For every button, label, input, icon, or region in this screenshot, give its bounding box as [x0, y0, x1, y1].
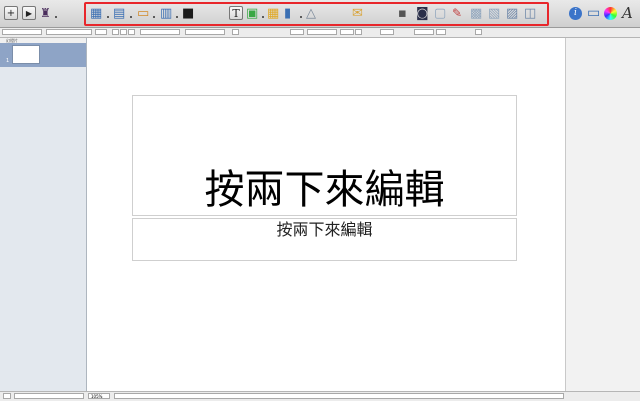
group-button[interactable]: ▢	[434, 5, 446, 21]
media-browser-icon: ▭	[587, 5, 601, 21]
arrange-icon: ▨	[506, 5, 519, 21]
shapes-button[interactable]: ▣	[246, 5, 258, 21]
chart-button[interactable]: ▮	[284, 5, 291, 21]
chart-icon: ▮	[284, 5, 292, 21]
drawing-button[interactable]: △	[306, 5, 316, 21]
font-size-select[interactable]	[95, 29, 107, 35]
spacing-select[interactable]	[185, 29, 225, 35]
view-icon: ▦	[90, 5, 103, 21]
slide-thumbnail[interactable]	[12, 45, 40, 64]
alignment-group[interactable]	[140, 29, 180, 35]
back-icon: ▧	[488, 5, 501, 21]
shapes-icon: ▣	[246, 5, 259, 21]
table-layout-icon: ▥	[160, 5, 173, 21]
view-button[interactable]: ▦	[90, 5, 102, 21]
media-browser-button[interactable]: ▭	[587, 5, 600, 21]
send-back-button[interactable]: ▧	[488, 5, 500, 21]
slide-title[interactable]: 按兩下來編輯	[132, 165, 517, 215]
table-button[interactable]: ▦	[267, 5, 279, 21]
inspector-button[interactable]: i	[569, 5, 582, 21]
fonts-button[interactable]: A	[622, 4, 633, 22]
slide-navigator: 幻燈片	[0, 38, 87, 391]
zoom-select[interactable]: 105%	[88, 393, 110, 399]
navigator-scrollbar[interactable]	[14, 393, 84, 399]
colors-button[interactable]: ●	[604, 5, 617, 21]
alpha-icon: ◙	[416, 5, 429, 21]
plus-icon: +	[4, 6, 18, 20]
bring-front-button[interactable]: ▩	[470, 5, 482, 21]
table-layout-button[interactable]: ▥	[160, 5, 172, 21]
group-icon: ▢	[434, 5, 447, 21]
theme-button[interactable]: ♜	[40, 5, 51, 21]
mask-button[interactable]: ▪	[398, 5, 407, 21]
ungroup-button[interactable]: ◫	[524, 5, 536, 21]
mask-icon: ▪	[398, 5, 407, 21]
masters-icon: ▤	[113, 5, 126, 21]
autofit-checkbox[interactable]	[232, 29, 239, 35]
adjust-button[interactable]: ✎	[452, 5, 462, 21]
format-bar	[0, 28, 640, 38]
media-button[interactable]: ■	[182, 5, 194, 21]
colors-icon: ●	[604, 6, 617, 20]
bold-toggle[interactable]	[112, 29, 119, 35]
text-box-icon: T	[229, 6, 243, 20]
drawing-icon: △	[306, 5, 316, 21]
opacity-stepper[interactable]	[436, 29, 446, 35]
fill-select[interactable]	[290, 29, 304, 35]
shadow-checkbox[interactable]	[380, 29, 394, 35]
comment-icon: ✉	[352, 5, 363, 21]
play-button[interactable]: ▶	[22, 5, 36, 21]
main-toolbar: + ▶ ♜ ▦ ▤ ▭ ▥ ■ T ▣ ▦ ▮ △ ✉ ▪ ◙ ▢ ✎ ▩ ▧ …	[0, 0, 640, 28]
fonts-icon: A	[622, 4, 633, 22]
adjust-icon: ✎	[452, 6, 463, 20]
opacity-field[interactable]	[414, 29, 434, 35]
horizontal-scrollbar[interactable]	[114, 393, 564, 399]
right-pane	[565, 38, 640, 391]
slide-number: 1	[6, 58, 10, 64]
media-icon: ■	[182, 5, 195, 21]
font-family-select[interactable]	[46, 29, 92, 35]
themes-icon: ▭	[137, 5, 150, 21]
stroke-color-well[interactable]	[355, 29, 362, 35]
reflection-checkbox[interactable]	[475, 29, 482, 35]
theme-icon: ♜	[40, 6, 51, 20]
alpha-button[interactable]: ◙	[416, 5, 429, 21]
stroke-select[interactable]	[307, 29, 337, 35]
italic-toggle[interactable]	[120, 29, 127, 35]
text-box-button[interactable]: T	[229, 5, 243, 21]
view-mode-button[interactable]	[3, 393, 11, 399]
inspector-icon: i	[569, 6, 582, 20]
add-slide-button[interactable]: +	[4, 5, 18, 21]
ungroup-icon: ◫	[524, 5, 537, 21]
comment-button[interactable]: ✉	[352, 5, 363, 21]
table-icon: ▦	[267, 5, 280, 21]
play-icon: ▶	[22, 6, 36, 20]
style-select[interactable]	[2, 29, 42, 35]
front-icon: ▩	[470, 5, 483, 21]
masters-button[interactable]: ▤	[113, 5, 125, 21]
stroke-width-select[interactable]	[340, 29, 354, 35]
slide-subtitle[interactable]: 按兩下來編輯	[132, 219, 517, 241]
underline-toggle[interactable]	[128, 29, 135, 35]
themes-button[interactable]: ▭	[137, 5, 149, 21]
arrange-button[interactable]: ▨	[506, 5, 518, 21]
